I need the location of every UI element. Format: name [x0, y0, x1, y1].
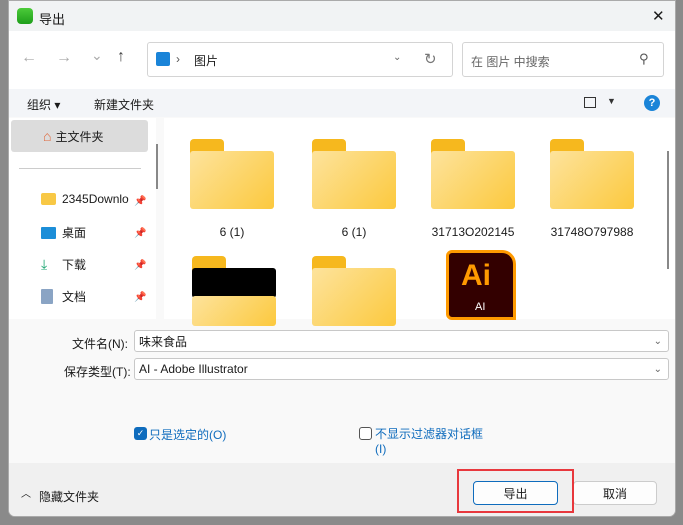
sidebar-item-home[interactable]: ⌂ 主文件夹	[11, 120, 148, 152]
breadcrumb-separator-icon: ›	[176, 52, 180, 66]
cancel-label: 取消	[602, 486, 627, 501]
filename-label: 文件名(N):	[72, 337, 128, 351]
view-dropdown-icon[interactable]: ▼	[607, 96, 616, 106]
desktop-icon	[41, 226, 56, 239]
save-type-label: 保存类型(T):	[64, 365, 131, 379]
home-icon: ⌂	[43, 128, 52, 144]
folder-thumbnail-icon[interactable]	[192, 256, 276, 326]
selected-only-checkbox[interactable]: ✓	[134, 427, 147, 440]
toolbar: 组织 ▾ 新建文件夹 ▼ ?	[9, 89, 675, 117]
divider	[19, 168, 141, 169]
navigation-bar: ← → ⌄ ↑ › 图片 ⌄ ↻ 在 图片 中搜索 ⚲	[9, 31, 675, 89]
cancel-button[interactable]: 取消	[573, 481, 657, 505]
file-list-scrollbar[interactable]	[667, 151, 669, 269]
navigation-pane: ⌂ 主文件夹 2345Downlo 📌 桌面 📌 ⤓ 下载 📌 文档 📌	[9, 118, 156, 319]
document-icon	[41, 289, 53, 304]
ai-sub-text: AI	[475, 301, 486, 313]
filename-input[interactable]: 味来食品 ⌄	[134, 330, 669, 352]
pin-icon: 📌	[134, 260, 147, 271]
title-bar: 导出 ✕	[9, 1, 675, 31]
folder-icon[interactable]	[312, 139, 396, 209]
sidebar-item-label: 下载	[62, 258, 87, 272]
sidebar-item-label: 2345Downlo	[62, 192, 129, 206]
no-filter-dialog-label[interactable]: 不显示过滤器对话框	[375, 425, 483, 442]
save-type-select[interactable]: AI - Adobe Illustrator ⌄	[134, 358, 669, 380]
export-dialog: 导出 ✕ ← → ⌄ ↑ › 图片 ⌄ ↻ 在 图片 中搜索 ⚲ 组织 ▾ 新建…	[8, 0, 676, 517]
folder-icon[interactable]	[312, 256, 396, 326]
file-name[interactable]: 31713O202145	[418, 225, 528, 239]
address-bar[interactable]: › 图片 ⌄ ↻	[147, 42, 453, 77]
highlight-box	[457, 469, 574, 513]
file-name[interactable]: 6 (1)	[299, 225, 409, 239]
sidebar-item-documents[interactable]: 文档	[41, 288, 149, 305]
ai-logo-text: Ai	[461, 259, 491, 292]
file-list: 6 (1) 6 (1) 31713O202145 31748O797988 Ai…	[164, 118, 675, 326]
file-name[interactable]: 31748O797988	[537, 225, 647, 239]
up-button[interactable]: ↑	[117, 48, 125, 66]
sidebar-item-label: 主文件夹	[55, 129, 104, 144]
view-icon[interactable]	[584, 97, 596, 108]
search-box[interactable]: 在 图片 中搜索 ⚲	[462, 42, 664, 77]
organize-button[interactable]: 组织 ▾	[27, 96, 60, 113]
sidebar-item-label: 桌面	[62, 226, 87, 240]
hide-folders-button[interactable]: 隐藏文件夹	[39, 488, 99, 505]
app-icon	[17, 8, 33, 24]
folder-icon[interactable]	[431, 139, 515, 209]
breadcrumb-pictures[interactable]: 图片	[194, 52, 218, 69]
sidebar-item-downloads[interactable]: ⤓ 下载	[41, 256, 149, 273]
no-filter-dialog-checkbox[interactable]	[359, 427, 372, 440]
pin-icon: 📌	[134, 228, 147, 239]
chevron-down-icon[interactable]: ⌄	[654, 336, 662, 347]
filename-value: 味来食品	[139, 334, 188, 349]
sidebar-scrollbar[interactable]	[156, 144, 158, 189]
sidebar-item-2345downloads[interactable]: 2345Downlo	[41, 192, 149, 206]
refresh-icon[interactable]: ↻	[424, 50, 437, 68]
file-name[interactable]: 6 (1)	[177, 225, 287, 239]
search-input[interactable]: 在 图片 中搜索	[471, 53, 550, 70]
new-folder-button[interactable]: 新建文件夹	[94, 96, 154, 113]
address-dropdown-icon[interactable]: ⌄	[393, 52, 401, 63]
recent-locations-button[interactable]: ⌄	[91, 47, 103, 64]
folder-icon[interactable]	[550, 139, 634, 209]
sidebar-item-label: 文档	[62, 290, 87, 304]
close-button[interactable]: ✕	[652, 7, 665, 25]
window-title: 导出	[39, 12, 66, 27]
folder-icon[interactable]	[190, 139, 274, 209]
chevron-down-icon[interactable]: ⌄	[654, 364, 662, 375]
footer: ︿ 隐藏文件夹 导出 取消	[9, 463, 675, 516]
pictures-icon	[156, 52, 170, 66]
forward-button[interactable]: →	[56, 49, 72, 67]
search-icon: ⚲	[639, 51, 649, 66]
no-filter-dialog-key: (I)	[375, 442, 387, 456]
back-button[interactable]: ←	[21, 49, 37, 67]
selected-only-label[interactable]: 只是选定的(O)	[149, 426, 226, 443]
chevron-up-icon[interactable]: ︿	[21, 485, 31, 500]
illustrator-file-icon[interactable]: Ai AI	[446, 250, 516, 320]
help-icon[interactable]: ?	[644, 95, 660, 111]
download-icon: ⤓	[41, 256, 48, 272]
folder-icon	[41, 193, 56, 205]
pin-icon: 📌	[134, 292, 147, 303]
save-type-value: AI - Adobe Illustrator	[139, 362, 248, 376]
pin-icon: 📌	[134, 196, 147, 207]
sidebar-item-desktop[interactable]: 桌面	[41, 224, 149, 241]
